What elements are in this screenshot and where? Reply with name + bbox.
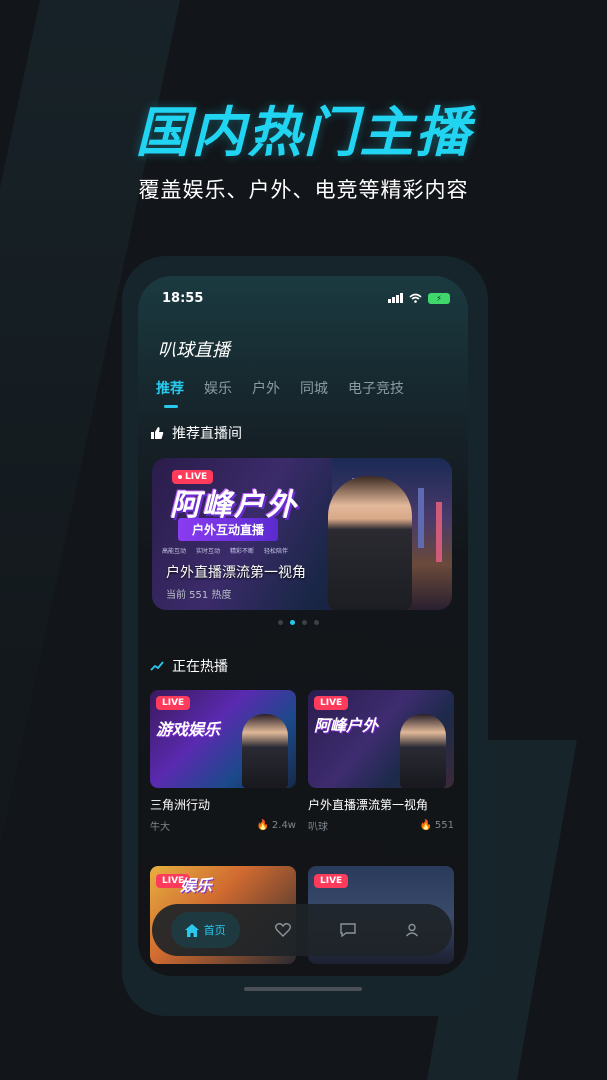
banner-strap: 户外互动直播	[178, 518, 279, 541]
stream-heat: 🔥 551	[419, 818, 454, 833]
stream-title: 户外直播漂流第一视角	[308, 798, 429, 812]
live-badge: LIVE	[314, 874, 349, 888]
bottom-nav: 首页	[152, 904, 452, 956]
live-badge: LIVE	[156, 696, 191, 710]
nav-profile[interactable]	[391, 912, 433, 948]
heart-icon	[274, 923, 291, 937]
banner-caption: 户外直播漂流第一视角	[166, 565, 306, 581]
app-title: 叭球直播	[158, 340, 230, 361]
tab-entertainment[interactable]: 娱乐	[204, 378, 232, 398]
banner-features: 高能互动 实时互动 精彩不断 轻松陪伴	[162, 546, 288, 555]
carousel-dot-active[interactable]	[290, 620, 295, 625]
home-indicator[interactable]	[244, 987, 362, 991]
carousel-dot[interactable]	[314, 620, 319, 625]
hot-heading-label: 正在热播	[172, 659, 228, 675]
tab-local[interactable]: 同城	[300, 378, 328, 398]
live-badge-label: LIVE	[162, 698, 185, 708]
banner-feature: 高能互动	[162, 548, 187, 555]
wifi-icon	[409, 293, 422, 303]
banner-heat: 当前 551 热度	[166, 590, 232, 601]
stream-thumbnail: LIVE 阿峰户外	[308, 690, 454, 788]
stream-title: 三角洲行动	[150, 798, 211, 812]
message-icon	[340, 923, 356, 937]
live-dot-icon	[178, 475, 182, 479]
stream-heat: 🔥 2.4w	[256, 818, 296, 833]
banner-feature: 精彩不断	[230, 548, 255, 555]
stream-host: 叭球	[308, 822, 328, 833]
stream-host: 牛大	[150, 822, 170, 833]
promo-headline: 国内热门主播	[135, 101, 472, 164]
flame-icon: 🔥	[256, 820, 269, 831]
streamer-figure	[242, 714, 288, 788]
recommended-heading-label: 推荐直播间	[172, 426, 242, 442]
nav-home[interactable]: 首页	[170, 912, 240, 948]
live-badge: LIVE	[314, 696, 349, 710]
recommended-banner[interactable]: LIVE 阿峰户外 户外互动直播 高能互动 实时互动 精彩不断 轻松陪伴 户外直…	[152, 458, 452, 610]
phone-screen: 18:55 ⚡ 叭球直播 推荐 娱乐 户外 同城 电子竞技 推荐直播间 LIVE…	[138, 276, 468, 976]
stream-heat-value: 551	[434, 820, 454, 831]
tab-esports[interactable]: 电子竞技	[348, 378, 404, 398]
stream-thumbnail: LIVE 游戏娱乐	[150, 690, 296, 788]
signal-icon	[388, 293, 403, 303]
user-icon	[406, 923, 419, 937]
nav-home-label: 首页	[203, 924, 226, 937]
stream-meta: 牛大 🔥 2.4w	[150, 818, 296, 833]
live-badge-label: LIVE	[320, 876, 343, 886]
nav-favorites[interactable]	[261, 912, 305, 948]
live-badge-label: LIVE	[320, 698, 343, 708]
thumbs-up-icon	[150, 426, 164, 440]
status-bar: 18:55 ⚡	[138, 276, 468, 320]
streamer-figure	[400, 714, 446, 788]
tab-outdoor[interactable]: 户外	[252, 378, 280, 398]
nav-messages[interactable]	[326, 912, 370, 948]
carousel-indicator	[278, 620, 319, 625]
thumb-text: 游戏娱乐	[156, 720, 221, 739]
flame-icon: 🔥	[419, 820, 432, 831]
status-icons: ⚡	[388, 292, 450, 304]
battery-charging-icon: ⚡	[428, 292, 450, 304]
banner-feature: 轻松陪伴	[264, 548, 289, 555]
stream-heat-value: 2.4w	[271, 820, 296, 831]
stream-meta: 叭球 🔥 551	[308, 818, 454, 833]
carousel-dot[interactable]	[302, 620, 307, 625]
category-tabs: 推荐 娱乐 户外 同城 电子竞技	[156, 378, 404, 408]
banner-feature: 实时互动	[196, 548, 221, 555]
home-icon	[184, 923, 199, 937]
tab-recommend[interactable]: 推荐	[156, 378, 184, 408]
banner-streamer-image	[328, 476, 412, 610]
stream-card[interactable]: LIVE 阿峰户外 户外直播漂流第一视角 叭球 🔥 551	[308, 690, 454, 833]
trending-icon	[150, 659, 164, 673]
carousel-dot[interactable]	[278, 620, 283, 625]
promo-subheadline: 覆盖娱乐、户外、电竞等精彩内容	[138, 178, 469, 202]
status-time: 18:55	[162, 290, 204, 306]
thumb-text: 阿峰户外	[314, 716, 379, 735]
recommended-heading: 推荐直播间	[150, 423, 242, 443]
hot-heading: 正在热播	[150, 656, 228, 676]
stream-card[interactable]: LIVE 游戏娱乐 三角洲行动 牛大 🔥 2.4w	[150, 690, 296, 833]
thumb-text: 娱乐	[180, 876, 213, 895]
